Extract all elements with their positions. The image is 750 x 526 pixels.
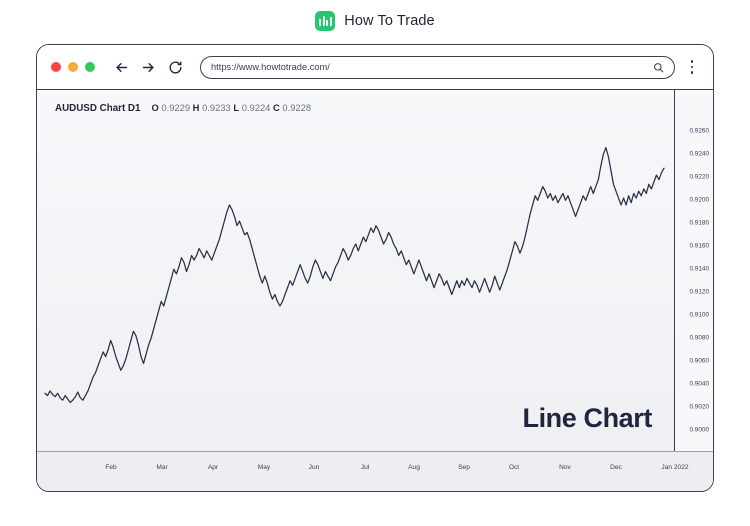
arrow-left-icon[interactable] — [111, 57, 132, 78]
search-icon[interactable] — [653, 62, 664, 73]
price-plot-area[interactable]: Line Chart — [37, 90, 674, 452]
x-axis-tick-label: Feb — [105, 464, 117, 471]
y-axis-tick-label: 0.9020 — [689, 403, 709, 411]
x-axis-tick-label: Oct — [508, 464, 520, 471]
y-axis-tick-label: 0.9120 — [689, 288, 709, 296]
low-value: 0.9224 — [241, 102, 271, 113]
x-axis-tick-label: May — [257, 464, 271, 471]
x-axis-tick-label: Apr — [207, 464, 219, 471]
y-axis-tick-label: 0.9000 — [689, 426, 709, 434]
y-axis-tick-label: 0.9100 — [689, 311, 709, 319]
x-axis-tick-label: Aug — [408, 464, 420, 471]
window-controls — [51, 62, 95, 72]
reload-icon[interactable] — [165, 57, 186, 78]
x-axis-tick-label: Jun — [308, 464, 320, 471]
y-axis-tick-label: 0.9200 — [689, 196, 709, 204]
x-axis-tick-label: Nov — [559, 464, 571, 471]
brand-header: How To Trade — [0, 0, 750, 42]
y-axis-tick-label: 0.9040 — [689, 380, 709, 388]
kebab-menu-icon[interactable] — [685, 56, 699, 78]
high-label: H — [192, 102, 200, 113]
x-axis: Feb Mar Apr May Jun Jul Aug Sep Oct Nov Dec Jan 202… — [37, 451, 713, 491]
close-label: C — [273, 102, 280, 113]
minimize-window-button[interactable] — [68, 62, 78, 72]
y-axis-tick-label: 0.9060 — [689, 357, 709, 365]
x-axis-tick-label: Sep — [458, 464, 470, 471]
chart-symbol: AUDUSD Chart D1 — [55, 103, 141, 114]
address-bar[interactable]: https://www.howtotrade.com/ — [200, 55, 675, 79]
chart-ohlc: O 0.9229 H 0.9233 L 0.9224 C 0.9228 — [151, 102, 311, 113]
y-axis: 0.9260 0.9240 0.9220 0.9200 0.9180 0.9160 0.91… — [674, 90, 713, 452]
chart-page: AUDUSD Chart D1 O 0.9229 H 0.9233 L 0.922… — [37, 90, 713, 491]
high-value: 0.9233 — [202, 102, 231, 113]
watermark-label: Line Chart — [522, 403, 652, 433]
y-axis-tick-label: 0.9160 — [689, 242, 709, 250]
low-label: L — [233, 102, 240, 113]
arrow-right-icon[interactable] — [138, 57, 159, 78]
brand-name: How To Trade — [344, 13, 435, 29]
x-axis-tick-label: Mar — [156, 464, 168, 471]
price-line — [44, 146, 665, 404]
open-value: 0.9229 — [161, 102, 191, 113]
browser-window: https://www.howtotrade.com/ AUDUSD Chart… — [36, 44, 714, 492]
url-text[interactable]: https://www.howtotrade.com/ — [211, 62, 653, 72]
y-axis-tick-label: 0.9180 — [689, 219, 709, 227]
y-axis-tick-label: 0.9220 — [689, 173, 709, 181]
y-axis-tick-label: 0.9240 — [689, 150, 709, 158]
x-axis-tick-label: Dec — [610, 464, 622, 471]
x-axis-tick-label: Jul — [360, 464, 370, 471]
close-window-button[interactable] — [51, 62, 61, 72]
close-value: 0.9228 — [282, 102, 312, 113]
x-axis-tick-label: Jan 2022 — [661, 464, 689, 471]
price-line-svg — [44, 146, 665, 404]
y-axis-tick-label: 0.9260 — [689, 127, 709, 135]
maximize-window-button[interactable] — [85, 62, 95, 72]
y-axis-tick-label: 0.9080 — [689, 334, 709, 342]
browser-chrome-bar: https://www.howtotrade.com/ — [37, 45, 713, 90]
bar-chart-logo-icon — [315, 11, 336, 31]
chart-header: AUDUSD Chart D1 O 0.9229 H 0.9233 L 0.922… — [55, 102, 311, 114]
y-axis-tick-label: 0.9140 — [689, 265, 709, 273]
open-label: O — [151, 102, 159, 113]
